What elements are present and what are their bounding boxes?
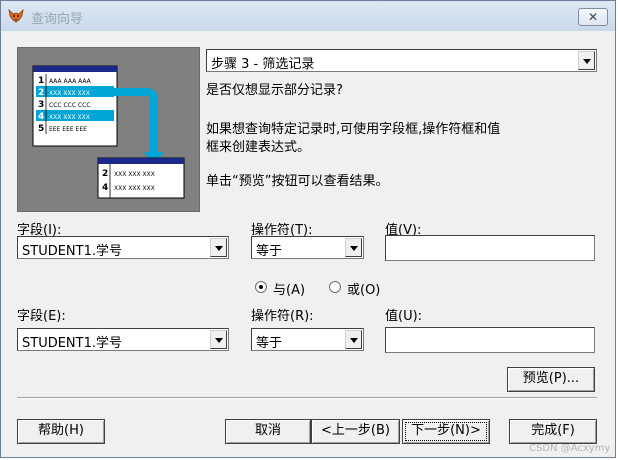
operator2-select[interactable]: 等于 xyxy=(251,328,364,351)
wizard-body: 1 AAA AAA AAA 2 XXX XXX XXX 3 CCC CCC CC… xyxy=(7,35,609,453)
query-wizard-window: 查询向导 ✕ 1 AAA AAA AAA 2 XXX XXX XXX 3 CCC… xyxy=(0,0,616,458)
or-radio[interactable] xyxy=(329,281,341,293)
close-button[interactable]: ✕ xyxy=(578,8,608,26)
bottom-row-num: 2 xyxy=(102,169,108,179)
bottom-row-num: 4 xyxy=(102,183,108,193)
help-button[interactable]: 帮助(H) xyxy=(17,419,105,444)
step-select-value: 步骤 3 - 筛选记录 xyxy=(211,57,315,72)
top-row-text: EEE EEE EEE xyxy=(49,126,87,133)
window-title: 查询向导 xyxy=(31,12,84,27)
back-button[interactable]: <上一步(B) xyxy=(311,419,400,444)
operator2-label: 操作符(R): xyxy=(251,309,314,324)
value1-input[interactable] xyxy=(385,235,595,261)
chevron-down-icon xyxy=(350,246,358,251)
step-select-dropdown-button[interactable] xyxy=(578,51,595,70)
field2-dropdown-button[interactable] xyxy=(210,330,227,349)
title-bar[interactable]: 查询向导 ✕ xyxy=(1,1,615,31)
finish-button[interactable]: 完成(F) xyxy=(509,419,597,444)
top-row-num: 4 xyxy=(38,112,44,122)
and-radio[interactable] xyxy=(255,281,267,293)
field2-select[interactable]: STUDENT1.学号 xyxy=(17,328,229,351)
chevron-down-icon xyxy=(215,338,223,343)
cancel-button[interactable]: 取消 xyxy=(225,419,311,444)
operator1-select[interactable]: 等于 xyxy=(251,236,364,259)
fox-app-icon xyxy=(8,8,24,23)
button-separator xyxy=(17,397,597,399)
field2-label: 字段(E): xyxy=(17,309,66,324)
top-row-num: 1 xyxy=(38,76,44,86)
preview-hint-text: 单击“预览”按钮可以查看结果。 xyxy=(206,174,389,189)
and-radio-label[interactable]: 与(A) xyxy=(273,279,305,298)
top-row-num: 5 xyxy=(38,124,44,134)
field2-value: STUDENT1.学号 xyxy=(22,336,123,351)
description-line-1: 如果想查询特定记录时,可使用字段框,操作符框和值 xyxy=(206,122,501,137)
top-row-text: AAA AAA AAA xyxy=(49,78,92,85)
top-row-text: XXX XXX XXX xyxy=(49,114,90,121)
field1-value: STUDENT1.学号 xyxy=(22,244,123,259)
value2-label: 值(U): xyxy=(385,309,423,324)
close-icon: ✕ xyxy=(587,10,599,24)
top-row-num: 3 xyxy=(38,100,44,110)
top-row-text: CCC CCC CCC xyxy=(49,102,91,109)
top-row-text: XXX XXX XXX xyxy=(49,90,90,97)
field1-dropdown-button[interactable] xyxy=(210,238,227,257)
operator1-value: 等于 xyxy=(256,244,283,259)
value2-input[interactable] xyxy=(385,327,595,353)
bottom-row-text: XXX XXX XXX xyxy=(114,185,155,192)
next-button[interactable]: 下一步(N)> xyxy=(402,419,490,444)
operator2-dropdown-button[interactable] xyxy=(345,330,362,349)
bottom-row-text: XXX XXX XXX xyxy=(114,171,155,178)
chevron-down-icon xyxy=(350,338,358,343)
field1-select[interactable]: STUDENT1.学号 xyxy=(17,236,229,259)
filter-illustration: 1 AAA AAA AAA 2 XXX XXX XXX 3 CCC CCC CC… xyxy=(17,47,200,212)
top-row-num: 2 xyxy=(38,88,44,98)
or-radio-label[interactable]: 或(O) xyxy=(347,279,380,298)
chevron-down-icon xyxy=(215,246,223,251)
chevron-down-icon xyxy=(583,59,591,64)
preview-button[interactable]: 预览(P)... xyxy=(507,367,595,392)
operator1-dropdown-button[interactable] xyxy=(345,238,362,257)
operator2-value: 等于 xyxy=(256,336,283,351)
watermark-text: CSDN @Acxymy xyxy=(529,443,611,454)
description-line-2: 框来创建表达式。 xyxy=(206,140,311,155)
step-select[interactable]: 步骤 3 - 筛选记录 xyxy=(206,49,597,72)
prompt-text: 是否仅想显示部分记录? xyxy=(206,83,343,98)
illustration-top-rows: 1 AAA AAA AAA 2 XXX XXX XXX 3 CCC CCC CC… xyxy=(36,74,114,134)
filter-diagram-icon: 1 AAA AAA AAA 2 XXX XXX XXX 3 CCC CCC CC… xyxy=(32,65,185,199)
